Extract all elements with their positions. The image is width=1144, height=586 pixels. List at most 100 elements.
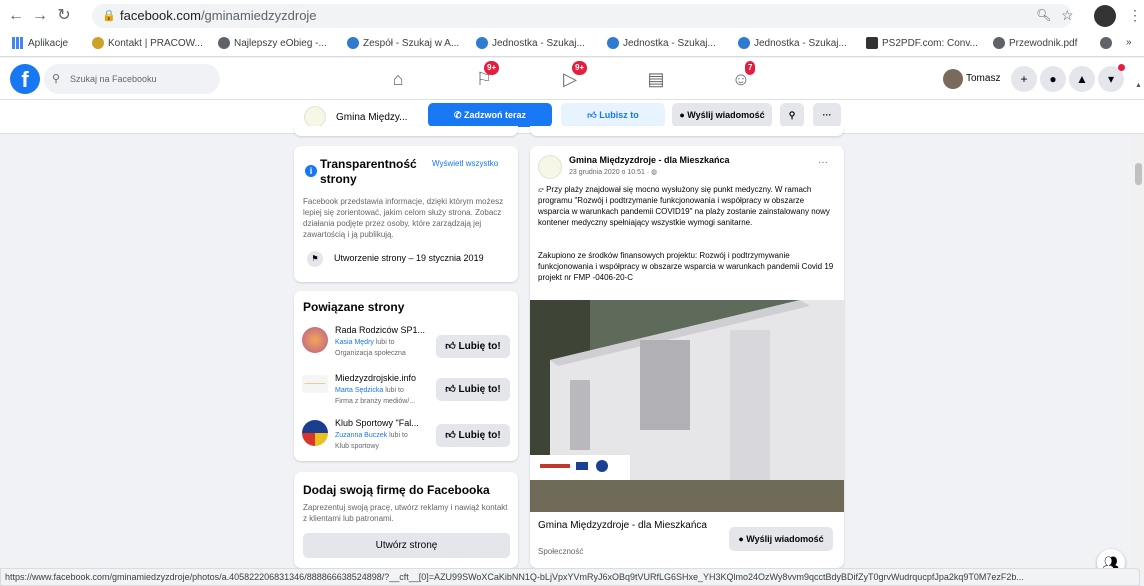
post-date-text: 23 grudnia 2020 o 10:51 · xyxy=(569,169,650,176)
globe-icon: ◍ xyxy=(651,169,658,176)
bell-icon[interactable]: ▲ xyxy=(1069,66,1095,92)
page-avatar[interactable] xyxy=(304,106,326,128)
container-window xyxy=(570,380,590,450)
post-photo[interactable] xyxy=(530,300,844,512)
bookmark-apps[interactable]: Aplikacje xyxy=(12,37,68,49)
facebook-logo[interactable]: f xyxy=(10,64,40,94)
bookmark-label: Przewodnik.pdf xyxy=(1009,37,1078,49)
scrollbar-thumb[interactable] xyxy=(1135,163,1142,185)
liker-name[interactable]: Marta Sędzicka xyxy=(335,387,383,394)
bookmark-label: Jednostka - Szukaj... xyxy=(492,37,585,49)
bookmark-item[interactable]: Jednostka - Szukaj... xyxy=(738,37,847,49)
call-button[interactable]: ✆ Zadzwoń teraz xyxy=(428,103,552,127)
bookmark-item[interactable] xyxy=(1100,37,1112,49)
search-icon: ⚲ xyxy=(52,73,61,85)
search-page-button[interactable]: ⚲ xyxy=(780,103,804,127)
container-photo xyxy=(530,300,844,512)
create-page-button[interactable]: Utwórz stronę xyxy=(303,533,510,558)
post-text-2: Zakupiono ze środków finansowych projekt… xyxy=(538,251,834,282)
message-label: Wyślij wiadomość xyxy=(687,110,765,120)
like-page-button[interactable]: 👍︎ Lubię to! xyxy=(436,424,510,447)
back-icon[interactable]: ← xyxy=(6,6,26,26)
post-author[interactable]: Gmina Międzyzdroje - dla Mieszkańca xyxy=(569,155,730,165)
thumbs-up-icon: 👍︎ xyxy=(445,384,459,395)
related-page-name[interactable]: Klub Sportowy "Fal... xyxy=(335,418,419,428)
notification-dot xyxy=(1118,64,1125,71)
search-input[interactable]: Szukaj na Facebooku xyxy=(44,64,220,94)
likes-text: lubi to xyxy=(389,432,408,439)
likes-text: lubi to xyxy=(385,387,404,394)
bookmark-item[interactable]: Najlepszy eObieg -... xyxy=(218,37,327,49)
notification-badge: 7 xyxy=(745,61,756,75)
page-title[interactable]: Gmina Między... xyxy=(336,112,408,123)
message-button[interactable]: ● Wyślij wiadomość xyxy=(672,103,772,127)
bookmark-label: Kontakt | PRACOW... xyxy=(108,37,203,49)
zoom-icon[interactable]: 🔍︎ xyxy=(1036,8,1051,22)
add-business-description: Zaprezentuj swoją pracę, utwórz reklamy … xyxy=(303,503,508,523)
avatar[interactable] xyxy=(943,69,963,89)
related-page-category: Klub sportowy xyxy=(335,443,379,450)
post-options-button[interactable]: ··· xyxy=(818,157,828,168)
bookmark-item[interactable]: PS2PDF.com: Conv... xyxy=(866,37,978,49)
like-page-button[interactable]: 👍︎ Lubię to! xyxy=(436,378,510,401)
bookmark-item[interactable]: Zespół - Szukaj w A... xyxy=(347,37,459,49)
ground xyxy=(530,480,844,512)
bookmark-item[interactable]: Kontakt | PRACOW... xyxy=(92,37,203,49)
apps-icon xyxy=(12,37,24,49)
phone-icon: ✆ xyxy=(453,110,465,120)
related-page-liker: Zuzanna Buczek lubi to xyxy=(335,431,408,441)
url-text[interactable]: facebook.com/gminamiedzyzdroje xyxy=(120,8,317,23)
scroll-up-arrow-icon[interactable]: ▲ xyxy=(1135,82,1142,89)
footer-message-button[interactable]: ● Wyślij wiadomość xyxy=(729,527,833,551)
liker-name[interactable]: Zuzanna Buczek xyxy=(335,432,387,439)
notification-badge: 9+ xyxy=(484,61,500,75)
footer-page-name[interactable]: Gmina Międzyzdroje - dla Mieszkańca xyxy=(538,520,708,532)
reload-icon[interactable]: ↻ xyxy=(54,6,74,26)
like-page-button[interactable]: 👍︎ Lubię to! xyxy=(436,335,510,358)
globe-icon xyxy=(993,37,1005,49)
thumbs-up-icon: 👍︎ xyxy=(445,341,459,352)
liker-name[interactable]: Kasia Mędry xyxy=(335,339,374,346)
forward-icon[interactable]: → xyxy=(30,6,50,26)
footer-page-category: Społeczność xyxy=(538,547,584,556)
browser-menu-icon[interactable]: ⋮ xyxy=(1128,7,1142,24)
related-page-name[interactable]: Miedzyzdrojskie.info xyxy=(335,373,416,383)
related-page-category: Firma z branży mediów/... xyxy=(335,398,416,405)
star-icon[interactable]: ☆ xyxy=(1061,7,1074,24)
liked-label: Lubisz to xyxy=(599,110,639,120)
bookmark-label: Jednostka - Szukaj... xyxy=(754,37,847,49)
card-fragment xyxy=(294,126,518,136)
user-name[interactable]: Tomasz xyxy=(966,73,1000,84)
post-date[interactable]: 23 grudnia 2020 o 10:51 · ◍ xyxy=(569,167,657,178)
related-page-name[interactable]: Rada Rodziców SP1... xyxy=(335,325,425,335)
at-icon xyxy=(476,37,488,49)
scrollbar-track[interactable] xyxy=(1132,134,1144,574)
profile-avatar[interactable] xyxy=(1094,5,1116,27)
home-icon[interactable]: ⌂ xyxy=(384,66,412,92)
thumbs-up-icon: 👍︎ xyxy=(587,110,600,120)
flag-icon: ⚑ xyxy=(307,251,323,267)
create-icon[interactable]: + xyxy=(1011,66,1037,92)
related-page-avatar[interactable] xyxy=(302,420,328,446)
related-page-avatar[interactable] xyxy=(302,327,328,353)
bookmark-item[interactable]: Jednostka - Szukaj... xyxy=(476,37,585,49)
info-icon: i xyxy=(305,165,317,177)
liked-button[interactable]: 👍︎ Lubisz to xyxy=(561,103,665,127)
see-all-link[interactable]: Wyświetl wszystko xyxy=(432,159,498,168)
bookmark-item[interactable]: Przewodnik.pdf xyxy=(993,37,1077,49)
at-icon xyxy=(738,37,750,49)
messenger-icon[interactable]: ● xyxy=(1040,66,1066,92)
marketplace-icon[interactable]: ▤ xyxy=(642,66,670,92)
more-button[interactable]: ··· xyxy=(813,103,841,127)
related-pages-title: Powiązane strony xyxy=(303,300,405,314)
post-author-avatar[interactable] xyxy=(538,155,562,179)
bookmark-item[interactable]: Jednostka - Szukaj... xyxy=(607,37,716,49)
bookmarks-more[interactable]: » xyxy=(1126,37,1132,48)
related-page-liker: Marta Sędzicka lubi to xyxy=(335,386,404,396)
status-bar-url: https://www.facebook.com/gminamiedzyzdro… xyxy=(0,568,1140,586)
container-window xyxy=(640,340,690,430)
lock-icon: 🔒 xyxy=(102,10,116,22)
related-page-avatar[interactable]: ――― xyxy=(302,375,328,393)
globe-icon xyxy=(218,37,230,49)
bookmark-label: Jednostka - Szukaj... xyxy=(623,37,716,49)
